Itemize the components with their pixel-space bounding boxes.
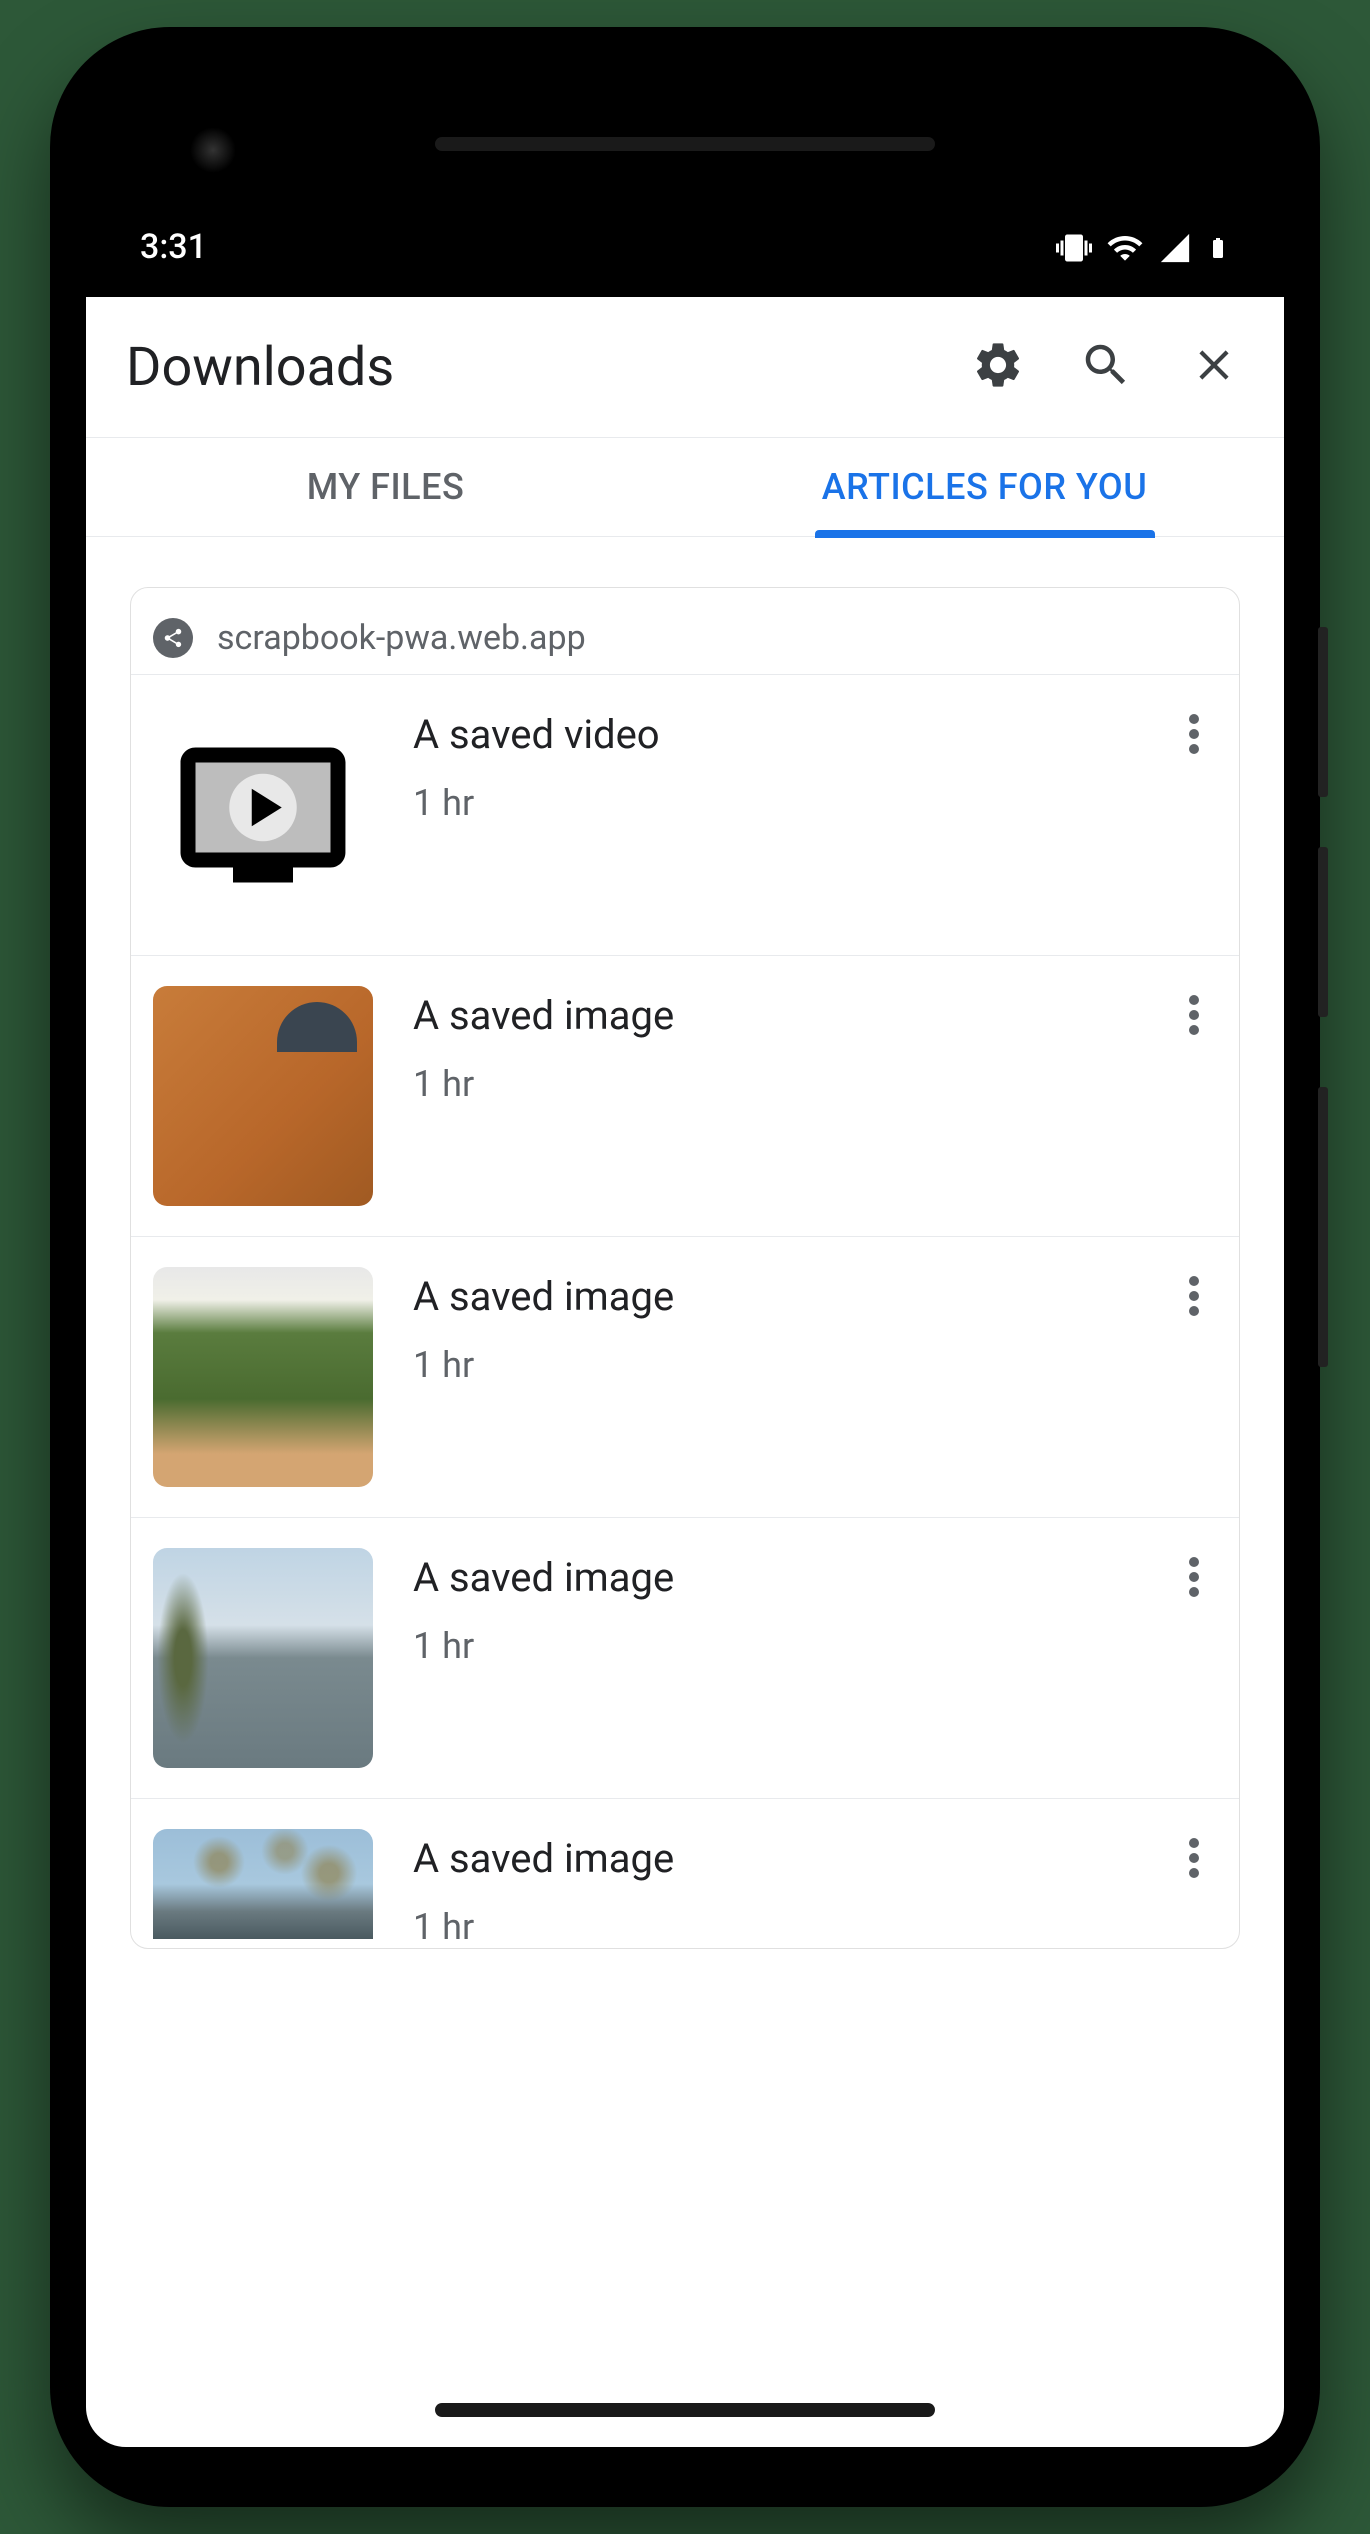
share-icon [153,618,193,658]
item-title: A saved image [413,992,1131,1039]
screen: 3:31 Downloads [86,87,1284,2447]
item-content: A saved image 1 hr [413,986,1131,1105]
list-item[interactable]: A saved video 1 hr [131,674,1239,955]
item-time: 1 hr [413,1344,1131,1386]
more-button[interactable] [1171,994,1217,1040]
camera-dot [190,127,236,173]
more-button[interactable] [1171,1837,1217,1883]
phone-frame: 3:31 Downloads [50,27,1320,2507]
image-thumbnail [153,986,373,1206]
item-title: A saved image [413,1554,1131,1601]
item-title: A saved image [413,1273,1131,1320]
image-thumbnail [153,1829,373,1939]
gear-icon [971,338,1025,396]
more-button[interactable] [1171,713,1217,759]
side-button [1318,1087,1328,1367]
app-header: Downloads [86,297,1284,437]
list-area: scrapbook-pwa.web.app A saved video 1 hr [86,537,1284,2447]
settings-button[interactable] [968,337,1028,397]
source-card: scrapbook-pwa.web.app A saved video 1 hr [130,587,1240,1949]
side-button [1318,847,1328,1017]
more-button[interactable] [1171,1275,1217,1321]
more-button[interactable] [1171,1556,1217,1602]
item-time: 1 hr [413,1063,1131,1105]
list-item[interactable]: A saved image 1 hr [131,1517,1239,1798]
more-vert-icon [1188,1276,1200,1320]
item-content: A saved image 1 hr [413,1829,1131,1948]
status-time: 3:31 [140,227,207,267]
list-item[interactable]: A saved image 1 hr [131,1236,1239,1517]
tab-my-files[interactable]: MY FILES [86,438,685,536]
wifi-icon [1106,229,1144,267]
item-content: A saved video 1 hr [413,705,1131,824]
item-time: 1 hr [413,782,1131,824]
more-vert-icon [1188,714,1200,758]
source-host: scrapbook-pwa.web.app [217,618,586,658]
app-content: Downloads MY FILES [86,297,1284,2447]
vibrate-icon [1056,230,1092,266]
close-icon [1189,340,1239,394]
item-time: 1 hr [413,1625,1131,1667]
more-vert-icon [1188,995,1200,1039]
video-thumbnail [153,705,373,925]
card-source-header: scrapbook-pwa.web.app [131,588,1239,674]
list-item[interactable]: A saved image 1 hr [131,1798,1239,1948]
more-vert-icon [1188,1838,1200,1882]
tab-articles-for-you[interactable]: ARTICLES FOR YOU [685,438,1284,536]
item-time: 1 hr [413,1906,1131,1948]
search-button[interactable] [1076,337,1136,397]
search-icon [1079,338,1133,396]
side-button [1318,627,1328,797]
status-bar: 3:31 [86,87,1284,297]
signal-icon [1158,231,1192,265]
battery-icon [1206,230,1230,266]
close-button[interactable] [1184,337,1244,397]
more-vert-icon [1188,1557,1200,1601]
image-thumbnail [153,1548,373,1768]
item-title: A saved video [413,711,1131,758]
tabs: MY FILES ARTICLES FOR YOU [86,437,1284,537]
page-title: Downloads [126,336,920,399]
item-title: A saved image [413,1835,1131,1882]
image-thumbnail [153,1267,373,1487]
status-icons [1056,229,1230,267]
list-item[interactable]: A saved image 1 hr [131,955,1239,1236]
item-content: A saved image 1 hr [413,1548,1131,1667]
item-content: A saved image 1 hr [413,1267,1131,1386]
